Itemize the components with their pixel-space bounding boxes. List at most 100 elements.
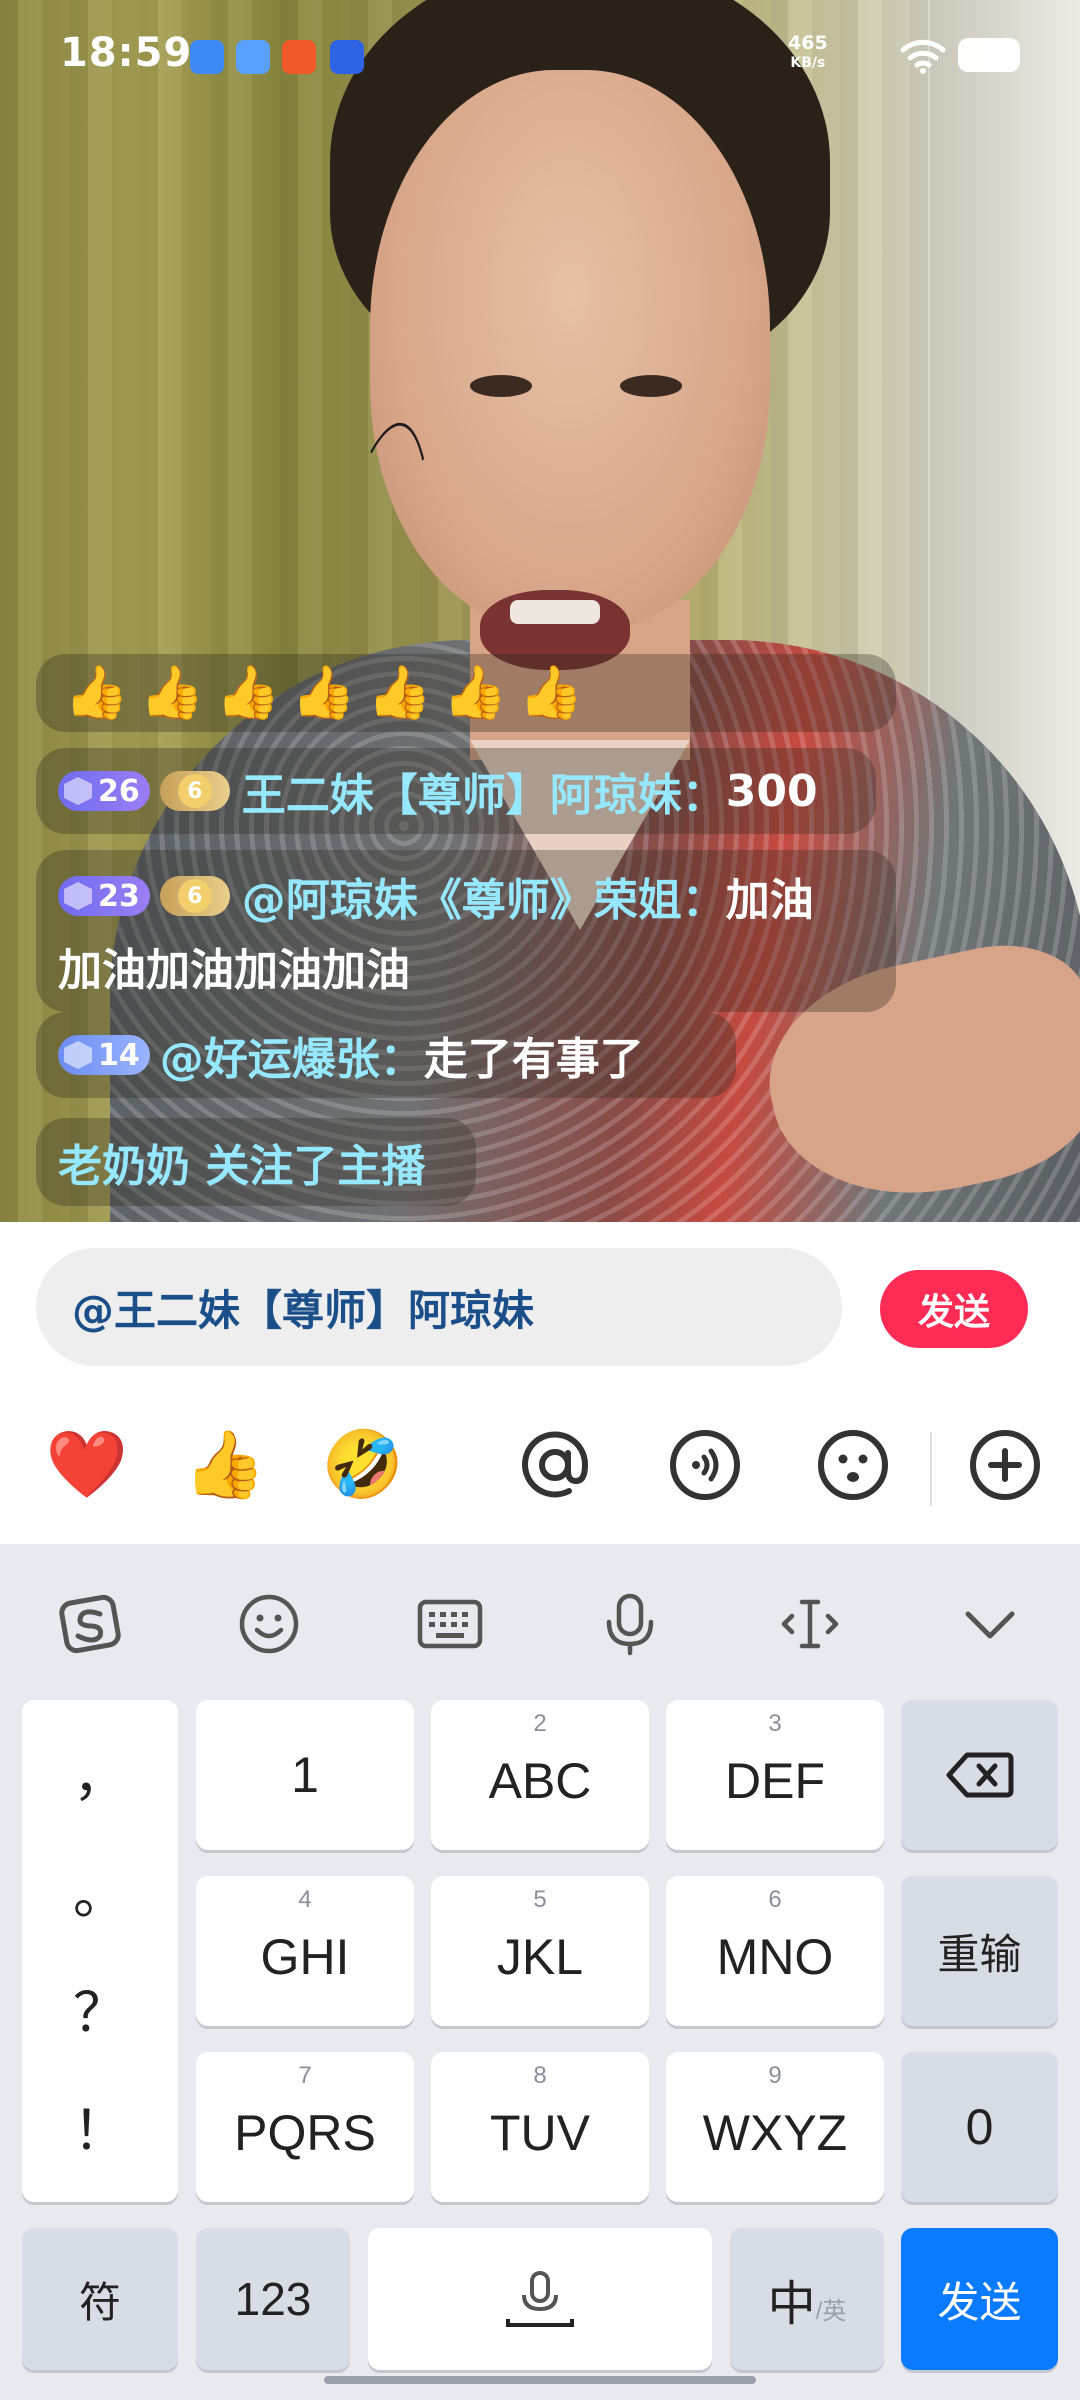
key-0[interactable]: 0 — [901, 2052, 1058, 2202]
key-label: 中 — [767, 2278, 816, 2331]
emoji-picker-icon[interactable] — [808, 1420, 898, 1510]
comment-text: 300 — [725, 765, 818, 817]
streamer-eye — [470, 375, 532, 397]
key-label: 0 — [965, 2099, 994, 2155]
punctuation-column[interactable]: ， 。 ？ ！ — [22, 1700, 178, 2202]
key-1[interactable]: 1 — [196, 1700, 414, 1850]
network-speed-value: 465 — [788, 32, 828, 54]
divider — [930, 1432, 932, 1506]
voice-space-icon — [506, 2271, 574, 2327]
mention-icon[interactable] — [510, 1420, 600, 1510]
thumbs-up-icon[interactable]: 👍 — [180, 1420, 270, 1510]
key-3-def[interactable]: 3 DEF — [666, 1700, 884, 1850]
user-level-value: 26 — [98, 773, 140, 809]
key-6-mno[interactable]: 6 MNO — [666, 1876, 884, 2026]
notes-app-icon — [190, 40, 224, 74]
keyboard-send-key[interactable]: 发送 — [901, 2228, 1058, 2370]
key-label: 重输 — [937, 1930, 1022, 1978]
collapse-keyboard-icon[interactable] — [950, 1584, 1030, 1664]
thumbs-up-icon: 👍 — [64, 663, 129, 723]
fan-club-badge: 6 — [159, 876, 230, 916]
thumbs-up-icon: 👍 — [518, 663, 584, 723]
sogou-logo-icon[interactable] — [50, 1584, 130, 1664]
punct-exclaim[interactable]: ！ — [22, 2086, 178, 2165]
punct-period[interactable]: 。 — [22, 1850, 178, 1929]
keyboard-layout-icon[interactable] — [410, 1584, 490, 1664]
key-8-tuv[interactable]: 8 TUV — [431, 2052, 649, 2202]
punct-comma[interactable]: ， — [22, 1732, 178, 1811]
fan-level-value: 6 — [177, 879, 212, 913]
emoji-comment: 👍 👍 👍 👍 👍 👍 👍 — [36, 654, 896, 732]
key-number: 2 — [533, 1710, 547, 1737]
key-number: 5 — [533, 1886, 547, 1913]
comment-username[interactable]: @阿琼妹《尊师》荣姐： — [242, 864, 726, 928]
comment-username[interactable]: @好运爆张： — [160, 1023, 424, 1087]
status-time: 18:59 — [60, 30, 193, 76]
key-label: PQRS — [234, 2105, 376, 2161]
numeric-key[interactable]: 123 — [196, 2228, 350, 2370]
key-label: 1 — [291, 1747, 319, 1803]
voice-chat-icon[interactable] — [660, 1420, 750, 1510]
thumbs-up-icon: 👍 — [291, 663, 356, 723]
follow-notice: 老奶奶 关注了主播 — [36, 1118, 476, 1206]
heart-icon[interactable]: ❤️ — [42, 1420, 132, 1510]
fan-club-badge: 6 — [159, 771, 230, 811]
comment-text: 走了有事了 — [423, 1034, 644, 1085]
keyboard: ， 。 ？ ！ 1 2 ABC 3 DEF 4 GHI 5 JKL 6 MNO … — [0, 1544, 1080, 2400]
streamer-teeth — [510, 600, 600, 624]
symbols-key[interactable]: 符 — [22, 2228, 178, 2370]
backspace-icon — [946, 1752, 1013, 1798]
key-sublabel: /英 — [815, 2297, 847, 2325]
streamer-eye — [620, 375, 682, 397]
user-level-value: 14 — [98, 1037, 140, 1073]
key-number: 9 — [768, 2062, 782, 2089]
thumbs-up-icon: 👍 — [442, 663, 508, 723]
send-button[interactable]: 发送 — [880, 1270, 1028, 1348]
key-5-jkl[interactable]: 5 JKL — [431, 1876, 649, 2026]
user-level-badge: 23 — [58, 876, 150, 916]
emoji-keyboard-icon[interactable] — [229, 1584, 309, 1664]
network-speed-unit: KB/s — [790, 55, 826, 71]
level-gem-icon — [64, 777, 92, 805]
thumbs-up-icon: 👍 — [367, 663, 432, 723]
retype-key[interactable]: 重输 — [901, 1876, 1058, 2026]
wifi-icon — [900, 39, 946, 74]
key-label: 发送 — [937, 2278, 1022, 2326]
backspace-key[interactable] — [901, 1700, 1058, 1850]
comment-item[interactable]: 26 6 王二妹【尊师】阿琼妹： 300 — [36, 748, 876, 834]
home-indicator[interactable] — [324, 2376, 756, 2384]
comment-username[interactable]: 王二妹【尊师】阿琼妹： — [242, 759, 726, 823]
battery-icon — [958, 38, 1020, 72]
key-number: 3 — [768, 1710, 782, 1737]
microphone-icon[interactable] — [590, 1584, 670, 1664]
user-level-badge: 14 — [58, 1035, 150, 1075]
vivo-app-icon — [330, 40, 364, 74]
level-gem-icon — [64, 1041, 92, 1069]
key-label: 123 — [234, 2273, 312, 2325]
space-key[interactable] — [368, 2228, 712, 2370]
key-number: 6 — [768, 1886, 782, 1913]
punct-question[interactable]: ？ — [22, 1968, 178, 2047]
user-level-value: 23 — [98, 878, 140, 914]
key-number: 8 — [533, 2062, 547, 2089]
key-label: 符 — [78, 2278, 121, 2326]
network-speed: 465 KB/s — [788, 32, 828, 71]
cursor-edit-icon[interactable] — [770, 1584, 850, 1664]
laughing-emoji-icon[interactable]: 🤣 — [318, 1420, 408, 1510]
thumbs-up-icon: 👍 — [215, 663, 281, 723]
key-number: 7 — [298, 2062, 312, 2089]
key-label: DEF — [725, 1753, 825, 1809]
add-more-icon[interactable] — [960, 1420, 1050, 1510]
key-label: MNO — [716, 1929, 834, 1985]
fan-level-value: 6 — [177, 774, 212, 808]
comment-input-panel: @王二妹【尊师】阿琼妹 发送 ❤️ 👍 🤣 — [0, 1222, 1080, 1544]
comment-input[interactable]: @王二妹【尊师】阿琼妹 — [36, 1248, 842, 1366]
comment-item[interactable]: 23 6 @阿琼妹《尊师》荣姐： 加油 加油加油加油加油 — [36, 850, 896, 1012]
key-2-abc[interactable]: 2 ABC — [431, 1700, 649, 1850]
comment-item[interactable]: 14 @好运爆张： 走了有事了 — [36, 1012, 736, 1098]
key-7-pqrs[interactable]: 7 PQRS — [196, 2052, 414, 2202]
key-9-wxyz[interactable]: 9 WXYZ — [666, 2052, 884, 2202]
user-level-badge: 26 — [58, 771, 150, 811]
language-toggle-key[interactable]: 中 /英 — [730, 2228, 884, 2370]
key-4-ghi[interactable]: 4 GHI — [196, 1876, 414, 2026]
